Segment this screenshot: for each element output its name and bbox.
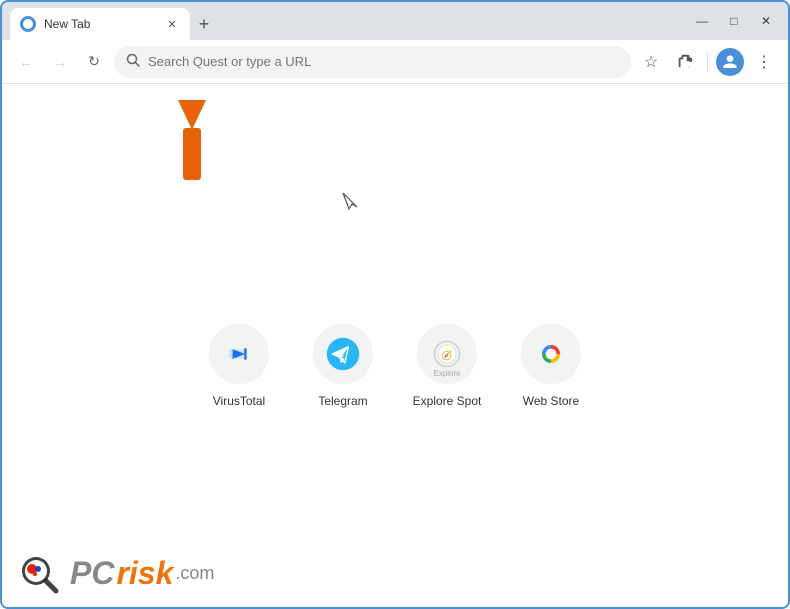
search-icon [126, 53, 140, 70]
pcrisk-com-text: .com [175, 563, 214, 584]
active-tab[interactable]: New Tab ✕ [10, 8, 190, 40]
toolbar: ← → ↻ ☆ ⋮ [2, 40, 788, 84]
virustotal-icon [209, 324, 269, 384]
forward-button[interactable]: → [46, 48, 74, 76]
browser-window: New Tab ✕ + — □ ✕ ← → ↻ ☆ [0, 0, 790, 609]
webstore-label: Web Store [523, 394, 579, 408]
shortcut-webstore[interactable]: Web Store [511, 324, 591, 408]
watermark: PCrisk.com [18, 549, 214, 597]
orange-arrow-annotation [150, 100, 235, 195]
extensions-button[interactable] [671, 48, 699, 76]
magnifier-icon [18, 549, 66, 597]
pcrisk-logo: PCrisk.com [70, 555, 214, 592]
pcrisk-risk-text: risk [116, 555, 173, 592]
virustotal-label: VirusTotal [213, 394, 265, 408]
close-button[interactable]: ✕ [752, 7, 780, 35]
shortcut-virustotal[interactable]: VirusTotal [199, 324, 279, 408]
new-tab-button[interactable]: + [190, 10, 218, 38]
explorespot-label: Explore Spot [413, 394, 482, 408]
tab-area: New Tab ✕ + [10, 2, 674, 40]
shortcut-telegram[interactable]: Telegram [303, 324, 383, 408]
tab-favicon [20, 16, 36, 32]
maximize-button[interactable]: □ [720, 7, 748, 35]
telegram-label: Telegram [318, 394, 367, 408]
tab-title: New Tab [44, 17, 90, 31]
window-controls: — □ ✕ [688, 7, 780, 35]
menu-button[interactable]: ⋮ [750, 48, 778, 76]
pcrisk-pc-text: PC [70, 555, 114, 592]
back-button[interactable]: ← [12, 48, 40, 76]
bookmark-button[interactable]: ☆ [637, 48, 665, 76]
minimize-button[interactable]: — [688, 7, 716, 35]
explorespot-icon: 🧭 Explore [417, 324, 477, 384]
toolbar-divider [707, 52, 708, 72]
webstore-icon [521, 324, 581, 384]
page-content: VirusTotal Telegram [2, 84, 788, 607]
tab-close-button[interactable]: ✕ [164, 16, 180, 32]
address-input[interactable] [148, 54, 619, 69]
title-bar: New Tab ✕ + — □ ✕ [2, 2, 788, 40]
profile-button[interactable] [716, 48, 744, 76]
telegram-icon [313, 324, 373, 384]
svg-text:🧭: 🧭 [441, 349, 452, 360]
address-bar[interactable] [114, 46, 631, 78]
shortcuts-grid: VirusTotal Telegram [199, 324, 591, 408]
shortcut-explorespot[interactable]: 🧭 Explore Explore Spot [407, 324, 487, 408]
cursor-indicator [342, 192, 360, 219]
reload-button[interactable]: ↻ [80, 48, 108, 76]
